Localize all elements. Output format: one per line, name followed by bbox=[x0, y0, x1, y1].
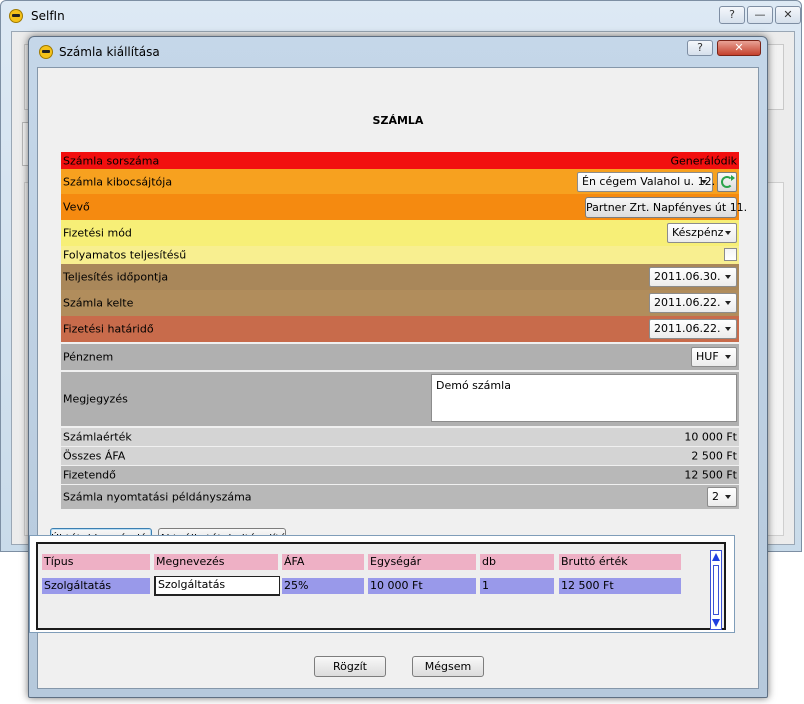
issuer-select[interactable]: Én cégem Valahol u. 12. bbox=[577, 172, 716, 192]
row-note: Megjegyzés Demó számla bbox=[61, 372, 739, 426]
net-value-label: Számlaérték bbox=[63, 430, 132, 444]
chevron-down-icon bbox=[725, 355, 731, 359]
row-payment-method: Fizetési mód Készpénz bbox=[61, 220, 739, 246]
net-value: 10 000 Ft bbox=[684, 430, 737, 444]
dialog-close-button[interactable]: ✕ bbox=[717, 40, 761, 56]
row-payable: Fizetendő 12 500 Ft bbox=[61, 466, 739, 484]
chevron-down-icon bbox=[701, 180, 707, 184]
issue-date-label: Számla kelte bbox=[63, 296, 134, 310]
scroll-up-arrow-icon[interactable] bbox=[712, 553, 720, 561]
issue-date-value: 2011.06.22. bbox=[654, 296, 721, 309]
vat-total-label: Összes ÁFA bbox=[63, 449, 126, 463]
main-help-button[interactable]: ? bbox=[719, 6, 745, 24]
row-issuer: Számla kibocsájtója Én cégem Valahol u. … bbox=[61, 169, 739, 194]
chevron-down-icon bbox=[725, 275, 731, 279]
dialog-smiley-icon bbox=[39, 45, 53, 59]
row-vat-total: Összes ÁFA 2 500 Ft bbox=[61, 447, 739, 465]
cancel-button[interactable]: Mégsem bbox=[412, 656, 484, 677]
serial-value: Generálódik bbox=[670, 154, 738, 167]
row-due-date: Fizetési határidő 2011.06.22. bbox=[61, 316, 739, 342]
continuous-checkbox[interactable] bbox=[724, 248, 737, 261]
row-currency: Pénznem HUF bbox=[61, 344, 739, 370]
currency-label: Pénznem bbox=[63, 350, 114, 364]
payment-method-value: Készpénz bbox=[672, 226, 724, 239]
chevron-down-icon bbox=[725, 231, 731, 235]
row-serial: Számla sorszáma Generálódik bbox=[61, 152, 739, 169]
col-header-gross: Bruttó érték bbox=[559, 554, 681, 570]
print-copies-select[interactable]: 2 bbox=[707, 487, 737, 507]
fulfillment-label: Teljesítés időpontja bbox=[63, 270, 169, 284]
note-textarea[interactable]: Demó számla bbox=[431, 374, 737, 422]
table-cell-gross[interactable]: 12 500 Ft bbox=[559, 578, 681, 594]
issuer-label: Számla kibocsájtója bbox=[63, 175, 173, 188]
row-buyer: Vevő Partner Zrt. Napfényes út 11. bbox=[61, 194, 747, 220]
main-titlebar: SelfIn ? — ✕ bbox=[1, 1, 801, 31]
payment-method-select[interactable]: Készpénz bbox=[667, 223, 737, 243]
dialog-title: Számla kiállítása bbox=[59, 45, 160, 59]
chevron-down-icon bbox=[725, 327, 731, 331]
row-print-copies: Számla nyomtatási példányszáma 2 bbox=[61, 485, 739, 509]
row-continuous: Folyamatos teljesítésű bbox=[61, 246, 739, 264]
payable-value: 12 500 Ft bbox=[684, 468, 737, 482]
row-fulfillment-date: Teljesítés időpontja 2011.06.30. bbox=[61, 264, 739, 290]
scroll-down-arrow-icon[interactable] bbox=[712, 619, 720, 627]
issuer-select-value: Én cégem Valahol u. 12. bbox=[582, 175, 716, 188]
main-close-button[interactable]: ✕ bbox=[775, 6, 801, 24]
col-header-unit-price: Egységár bbox=[368, 554, 476, 570]
currency-value: HUF bbox=[696, 350, 719, 363]
form-title: SZÁMLA bbox=[372, 114, 424, 127]
dialog-help-button[interactable]: ? bbox=[687, 40, 713, 56]
note-label: Megjegyzés bbox=[63, 392, 128, 406]
currency-select[interactable]: HUF bbox=[691, 347, 737, 367]
continuous-label: Folyamatos teljesítésű bbox=[63, 248, 187, 262]
save-button[interactable]: Rögzít bbox=[314, 656, 386, 677]
refresh-button[interactable] bbox=[717, 172, 737, 192]
buyer-label: Vevő bbox=[63, 200, 90, 214]
col-header-vat: ÁFA bbox=[282, 554, 364, 570]
payment-method-label: Fizetési mód bbox=[63, 226, 132, 240]
col-header-qty: db bbox=[480, 554, 554, 570]
print-copies-label: Számla nyomtatási példányszáma bbox=[63, 490, 252, 504]
table-cell-type[interactable]: Szolgáltatás bbox=[42, 578, 150, 594]
print-copies-value: 2 bbox=[712, 490, 719, 503]
chevron-down-icon bbox=[725, 301, 731, 305]
vat-total-value: 2 500 Ft bbox=[691, 449, 737, 463]
serial-label: Számla sorszáma bbox=[63, 154, 160, 167]
fulfillment-date-value: 2011.06.30. bbox=[654, 270, 721, 283]
due-date-value: 2011.06.22. bbox=[654, 322, 721, 335]
due-date-picker[interactable]: 2011.06.22. bbox=[649, 319, 737, 339]
table-cell-vat[interactable]: 25% bbox=[282, 578, 364, 594]
table-cell-unit-price[interactable]: 10 000 Ft bbox=[368, 578, 476, 594]
refresh-icon bbox=[721, 175, 735, 188]
app-smiley-icon bbox=[9, 9, 23, 23]
row-net-value: Számlaérték 10 000 Ft bbox=[61, 428, 739, 446]
table-cell-qty[interactable]: 1 bbox=[480, 578, 554, 594]
col-header-type: Típus bbox=[42, 554, 150, 570]
col-header-name: Megnevezés bbox=[154, 554, 278, 570]
row-issue-date: Számla kelte 2011.06.22. bbox=[61, 290, 739, 316]
table-cell-name-editor[interactable]: Szolgáltatás bbox=[154, 576, 280, 596]
chevron-down-icon bbox=[725, 495, 731, 499]
main-window-title: SelfIn bbox=[31, 9, 65, 23]
due-date-label: Fizetési határidő bbox=[63, 322, 154, 336]
table-scrollbar[interactable] bbox=[710, 550, 722, 630]
payable-label: Fizetendő bbox=[63, 468, 116, 482]
fulfillment-date-picker[interactable]: 2011.06.30. bbox=[649, 267, 737, 287]
issue-date-picker[interactable]: 2011.06.22. bbox=[649, 293, 737, 313]
items-table-frame: Típus Megnevezés ÁFA Egységár db Bruttó … bbox=[29, 535, 735, 633]
scrollbar-thumb[interactable] bbox=[713, 565, 719, 615]
items-table: Típus Megnevezés ÁFA Egységár db Bruttó … bbox=[36, 542, 726, 630]
main-minimize-button[interactable]: — bbox=[747, 6, 773, 24]
buyer-select-button[interactable]: Partner Zrt. Napfényes út 11. bbox=[585, 197, 747, 218]
